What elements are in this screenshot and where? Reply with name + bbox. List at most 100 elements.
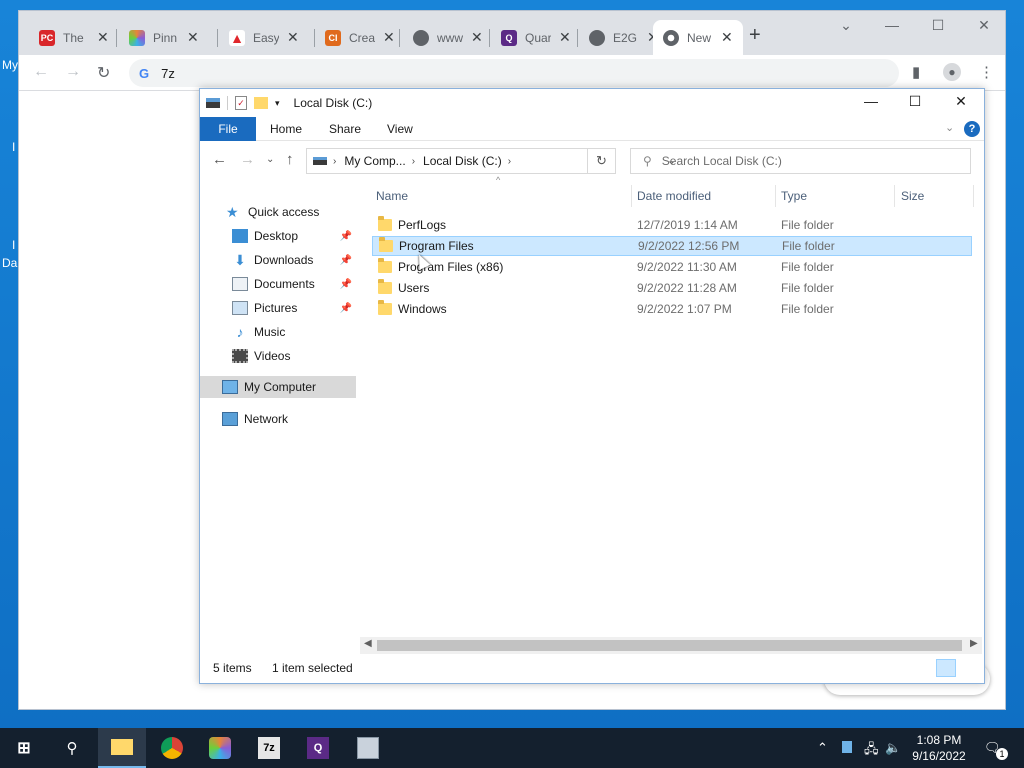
- minimize-icon[interactable]: —: [856, 93, 886, 109]
- taskbar-paint[interactable]: [196, 728, 244, 768]
- column-type[interactable]: Type: [781, 189, 807, 203]
- tab-view[interactable]: View: [387, 117, 413, 141]
- tab-share[interactable]: Share: [329, 117, 361, 141]
- tab-label: E2G: [613, 30, 638, 45]
- table-row[interactable]: Program Files (x86) 9/2/2022 11:30 AM Fi…: [372, 257, 972, 277]
- file-type: File folder: [781, 218, 834, 232]
- column-divider[interactable]: [775, 185, 776, 207]
- pin-icon[interactable]: 📌: [340, 231, 352, 242]
- close-icon[interactable]: ✕: [187, 29, 199, 46]
- search-input[interactable]: ⚲ Search Local Disk (C:): [630, 148, 971, 174]
- breadcrumb-local-disk[interactable]: Local Disk (C:): [423, 154, 502, 168]
- forward-icon[interactable]: →: [240, 151, 255, 168]
- taskbar-file-explorer[interactable]: [98, 728, 146, 768]
- taskbar-chrome[interactable]: [148, 728, 196, 768]
- tab-search-icon[interactable]: ⌄: [831, 17, 861, 34]
- nav-item-my-computer[interactable]: My Computer: [200, 376, 356, 398]
- search-icon: ⚲: [643, 154, 652, 168]
- help-icon[interactable]: ?: [964, 121, 980, 137]
- details-view-icon[interactable]: [936, 659, 956, 677]
- tab-7[interactable]: E2G ✕: [579, 20, 659, 55]
- table-row[interactable]: PerfLogs 12/7/2019 1:14 AM File folder: [372, 215, 972, 235]
- scroll-right-icon[interactable]: ▶: [970, 638, 978, 649]
- column-divider[interactable]: [894, 185, 895, 207]
- tab-home[interactable]: Home: [270, 117, 302, 141]
- tab-1[interactable]: PC The ✕: [29, 20, 109, 55]
- nav-item-network[interactable]: Network: [200, 408, 356, 430]
- forward-icon[interactable]: →: [65, 63, 81, 81]
- start-button[interactable]: ⊞: [0, 728, 48, 768]
- tab-8-active[interactable]: New ✕: [653, 20, 743, 55]
- breadcrumb-my-computer[interactable]: My Comp...: [344, 154, 405, 168]
- network-icon[interactable]: 🖧: [864, 740, 879, 762]
- nav-item-videos[interactable]: Videos: [200, 345, 356, 367]
- close-icon[interactable]: ✕: [383, 29, 395, 46]
- nav-item-desktop[interactable]: Desktop 📌: [200, 225, 356, 247]
- nav-item-music[interactable]: ♪ Music: [200, 321, 356, 343]
- table-row[interactable]: Users 9/2/2022 11:28 AM File folder: [372, 278, 972, 298]
- qat-dropdown-icon[interactable]: ▾: [275, 98, 280, 109]
- new-tab-button[interactable]: +: [749, 24, 761, 47]
- refresh-button[interactable]: ↻: [588, 148, 616, 174]
- profile-avatar-icon[interactable]: ●: [943, 63, 961, 81]
- address-bar[interactable]: › My Comp... › Local Disk (C:) › ⌄: [306, 148, 676, 174]
- close-icon[interactable]: ✕: [946, 93, 976, 110]
- column-date-modified[interactable]: Date modified: [637, 189, 711, 203]
- close-icon[interactable]: ✕: [471, 29, 483, 46]
- recent-locations-icon[interactable]: ⌄: [266, 154, 274, 165]
- maximize-icon[interactable]: ☐: [923, 17, 953, 34]
- table-row-selected[interactable]: Program Files 9/2/2022 12:56 PM File fol…: [372, 236, 972, 256]
- pin-icon[interactable]: 📌: [340, 303, 352, 314]
- app-icon: [357, 737, 379, 759]
- expand-ribbon-icon[interactable]: ⌄: [945, 121, 954, 134]
- close-icon[interactable]: ✕: [287, 29, 299, 46]
- volume-icon[interactable]: 🔈: [885, 740, 901, 756]
- tab-2[interactable]: Pinn ✕: [119, 20, 199, 55]
- reload-icon[interactable]: ↻: [97, 63, 110, 83]
- back-icon[interactable]: ←: [212, 151, 227, 168]
- tab-4[interactable]: CI Crea ✕: [315, 20, 395, 55]
- back-icon[interactable]: ←: [33, 63, 49, 81]
- nav-item-downloads[interactable]: ⬇ Downloads 📌: [200, 249, 356, 271]
- nav-item-pictures[interactable]: Pictures 📌: [200, 297, 356, 319]
- close-icon[interactable]: ✕: [559, 29, 571, 46]
- clock[interactable]: 1:08 PM 9/16/2022: [904, 732, 974, 764]
- pin-icon[interactable]: 📌: [340, 279, 352, 290]
- maximize-icon[interactable]: ☐: [900, 93, 930, 110]
- scrollbar-thumb[interactable]: [377, 640, 962, 651]
- side-panel-icon[interactable]: ▮: [912, 63, 920, 81]
- large-icons-view-icon[interactable]: [960, 659, 980, 677]
- minimize-icon[interactable]: —: [877, 17, 907, 33]
- column-divider[interactable]: [973, 185, 974, 207]
- tab-3[interactable]: ▲ Easy ✕: [219, 20, 299, 55]
- column-divider[interactable]: [631, 185, 632, 207]
- menu-kebab-icon[interactable]: ⋮: [979, 63, 994, 81]
- tab-6[interactable]: Q Quar ✕: [491, 20, 571, 55]
- nav-item-documents[interactable]: Documents 📌: [200, 273, 356, 295]
- tab-file[interactable]: File: [200, 117, 256, 141]
- file-date: 12/7/2019 1:14 AM: [637, 218, 738, 232]
- omnibox-text: 7z: [161, 65, 175, 81]
- horizontal-scrollbar[interactable]: ◀ ▶: [360, 637, 982, 654]
- new-folder-icon[interactable]: [254, 97, 268, 109]
- up-icon[interactable]: ↑: [286, 151, 294, 168]
- column-size[interactable]: Size: [901, 189, 924, 203]
- close-icon[interactable]: ✕: [721, 29, 733, 46]
- scroll-left-icon[interactable]: ◀: [364, 638, 372, 649]
- omnibox[interactable]: G 7z: [129, 59, 899, 87]
- taskbar-quartus[interactable]: Q: [294, 728, 342, 768]
- music-icon: ♪: [236, 324, 244, 340]
- taskbar-app[interactable]: [344, 728, 392, 768]
- column-name[interactable]: Name: [376, 189, 408, 203]
- tray-app-icon[interactable]: [842, 741, 852, 753]
- table-row[interactable]: Windows 9/2/2022 1:07 PM File folder: [372, 299, 972, 319]
- properties-icon[interactable]: ✓: [235, 96, 247, 110]
- search-button[interactable]: ⚲: [48, 728, 96, 768]
- chevron-up-icon[interactable]: ⌃: [817, 740, 828, 756]
- taskbar-7zip[interactable]: 7z: [245, 728, 293, 768]
- tab-5[interactable]: www. ✕: [403, 20, 483, 55]
- close-icon[interactable]: ✕: [97, 29, 109, 46]
- pin-icon[interactable]: 📌: [340, 255, 352, 266]
- nav-item-quick-access[interactable]: ★ Quick access: [200, 201, 356, 223]
- close-icon[interactable]: ✕: [969, 17, 999, 34]
